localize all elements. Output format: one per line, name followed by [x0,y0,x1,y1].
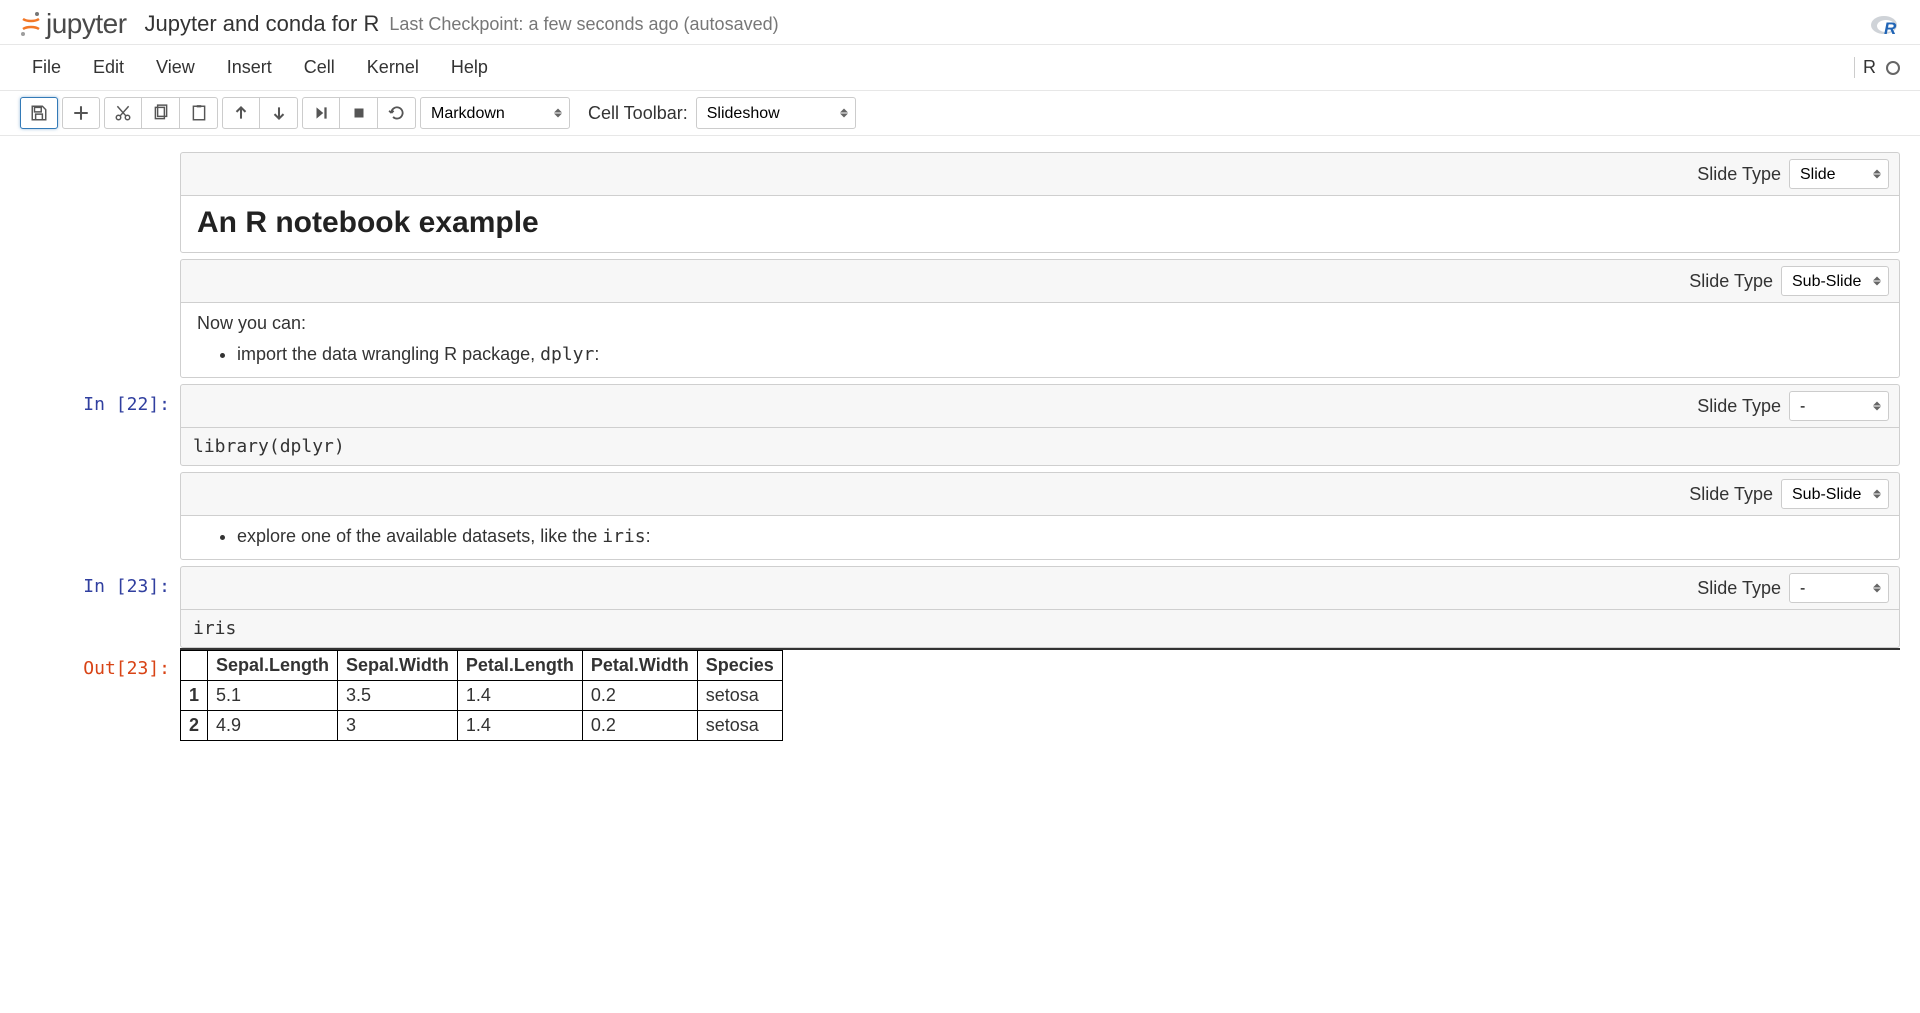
kernel-indicator: R [1863,57,1876,78]
slide-type-label: Slide Type [1689,484,1773,505]
jupyter-logo[interactable]: jupyter [20,8,127,40]
menu-insert[interactable]: Insert [211,51,288,84]
table-cell: setosa [697,681,782,711]
cut-button[interactable] [104,97,142,129]
notebook-container: Slide Type Slide An R notebook example S… [0,136,1920,741]
slide-type-select[interactable]: Sub-Slide [1781,266,1889,296]
slide-type-select[interactable]: Sub-Slide [1781,479,1889,509]
table-cell: setosa [697,711,782,741]
cell-toolbar-label: Cell Toolbar: [588,103,688,124]
cell-code-library[interactable]: In [22]: Slide Type - library(dplyr) [50,384,1900,466]
slide-toolbar: Slide Type Sub-Slide [180,472,1900,515]
list-item: import the data wrangling R package, dpl… [237,344,1883,365]
run-button[interactable] [302,97,340,129]
table-cell: 1 [181,681,208,711]
cell-toolbar-select[interactable]: Slideshow [696,97,856,129]
table-cell: 1.4 [457,681,582,711]
table-cell: 5.1 [208,681,338,711]
move-down-button[interactable] [260,97,298,129]
move-up-button[interactable] [222,97,260,129]
output-prompt: Out[23]: [50,648,180,741]
slide-toolbar: Slide Type Slide [180,152,1900,195]
restart-button[interactable] [378,97,416,129]
table-cell: 2 [181,711,208,741]
save-icon [30,104,48,122]
table-cell: 4.9 [208,711,338,741]
table-cell: 3.5 [338,681,458,711]
toolbar: Markdown Cell Toolbar: Slideshow [0,91,1920,136]
cell-markdown-iris[interactable]: Slide Type Sub-Slide explore one of the … [50,472,1900,560]
slide-type-select[interactable]: Slide [1789,159,1889,189]
slide-type-label: Slide Type [1697,396,1781,417]
refresh-icon [388,104,406,122]
slide-toolbar: Slide Type - [180,566,1900,609]
table-cell: 0.2 [582,681,697,711]
list-item: explore one of the available datasets, l… [237,526,1883,547]
table-header: Species [697,651,782,681]
table-row: 15.13.51.40.2setosa [181,681,783,711]
slide-toolbar: Slide Type Sub-Slide [180,259,1900,302]
table-header [181,651,208,681]
table-header: Sepal.Width [338,651,458,681]
menu-kernel[interactable]: Kernel [351,51,435,84]
step-forward-icon [312,104,330,122]
cell-code-iris[interactable]: In [23]: Slide Type - iris [50,566,1900,648]
slide-toolbar: Slide Type - [180,384,1900,427]
input-prompt: In [22]: [50,384,180,466]
cell-markdown-heading[interactable]: Slide Type Slide An R notebook example [50,152,1900,253]
copy-icon [152,104,170,122]
table-header: Petal.Width [582,651,697,681]
code-input[interactable]: library(dplyr) [180,427,1900,466]
paste-icon [190,104,208,122]
table-row: 24.931.40.2setosa [181,711,783,741]
checkpoint-status: Last Checkpoint: a few seconds ago (auto… [389,14,778,35]
table-cell: 0.2 [582,711,697,741]
copy-button[interactable] [142,97,180,129]
slide-type-select[interactable]: - [1789,391,1889,421]
menu-view[interactable]: View [140,51,211,84]
markdown-text: Now you can: [197,313,1883,334]
slide-type-label: Slide Type [1697,164,1781,185]
input-prompt: In [23]: [50,566,180,648]
cell-type-select[interactable]: Markdown [420,97,570,129]
arrow-down-icon [270,104,288,122]
table-header: Sepal.Length [208,651,338,681]
paste-button[interactable] [180,97,218,129]
kernel-idle-icon [1886,61,1900,75]
menu-help[interactable]: Help [435,51,504,84]
r-logo-icon: R [1870,12,1900,36]
slide-type-select[interactable]: - [1789,573,1889,603]
logo-text: jupyter [46,8,127,40]
svg-text:R: R [1884,19,1897,36]
notebook-name[interactable]: Jupyter and conda for R [145,11,380,37]
table-header: Petal.Length [457,651,582,681]
arrow-up-icon [232,104,250,122]
code-input[interactable]: iris [180,609,1900,648]
table-cell: 1.4 [457,711,582,741]
output-table: Sepal.LengthSepal.WidthPetal.LengthPetal… [180,650,783,741]
interrupt-button[interactable] [340,97,378,129]
plus-icon [72,104,90,122]
menubar: File Edit View Insert Cell Kernel Help R [0,45,1920,91]
slide-type-label: Slide Type [1697,578,1781,599]
jupyter-icon [20,11,42,37]
header: jupyter Jupyter and conda for R Last Che… [0,0,1920,45]
notebook-heading: An R notebook example [197,206,1883,240]
add-cell-button[interactable] [62,97,100,129]
save-button[interactable] [20,97,58,129]
scissors-icon [114,104,132,122]
cell-markdown-intro[interactable]: Slide Type Sub-Slide Now you can: import… [50,259,1900,378]
cell-output-iris: Out[23]: Sepal.LengthSepal.WidthPetal.Le… [50,648,1900,741]
table-cell: 3 [338,711,458,741]
menu-cell[interactable]: Cell [288,51,351,84]
menu-edit[interactable]: Edit [77,51,140,84]
stop-icon [350,104,368,122]
slide-type-label: Slide Type [1689,271,1773,292]
menu-file[interactable]: File [20,51,77,84]
